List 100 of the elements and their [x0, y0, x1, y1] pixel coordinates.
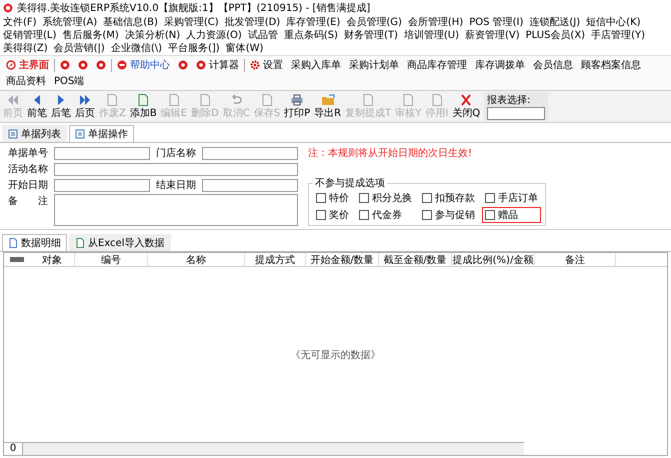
menu-item[interactable]: PLUS会员(X)	[526, 29, 586, 42]
notes-field[interactable]	[54, 194, 298, 226]
menu-item[interactable]: 窗体(W)	[226, 42, 264, 55]
input-field[interactable]	[54, 178, 150, 192]
quickbar-button[interactable]: 商品资料	[2, 73, 50, 89]
list-icon	[8, 129, 18, 139]
checkbox-option[interactable]: 赠品	[482, 207, 541, 223]
circle-icon	[178, 60, 188, 70]
field-label: 开始日期	[8, 178, 48, 192]
menu-item[interactable]: 财务管理(T)	[344, 29, 398, 42]
menu-item[interactable]: 促销管理(L)	[3, 29, 56, 42]
quickbar-button[interactable]: 采购计划单	[345, 57, 403, 73]
document-icon	[136, 94, 150, 106]
checkbox-option[interactable]: 代金券	[356, 207, 415, 223]
quickbar-button[interactable]: 采购入库单	[287, 57, 345, 73]
column-header: 对象	[30, 252, 75, 266]
checkbox-option[interactable]: 奖价	[313, 207, 352, 223]
column-header: 开始金额/数量	[306, 252, 379, 266]
circle-icon	[196, 60, 206, 70]
menu-item[interactable]: 文件(F)	[3, 16, 37, 29]
input-field[interactable]	[54, 162, 298, 176]
menu-item[interactable]: 薪资管理(V)	[465, 29, 520, 42]
checkbox[interactable]	[316, 210, 326, 220]
checkbox-option[interactable]: 积分兑换	[356, 190, 415, 206]
quickbar-button[interactable]: 会员信息	[529, 57, 577, 73]
menu-item[interactable]: 售后服务(M)	[62, 29, 119, 42]
checkbox-option[interactable]: 特价	[313, 190, 352, 206]
toolbar-button[interactable]: 打印P	[282, 93, 312, 121]
folder-icon	[320, 94, 335, 106]
column-header: 备注	[535, 252, 616, 266]
tab[interactable]: 数据明细	[2, 234, 67, 251]
notice-text: 注：本规则将从开始日期的次日生效!	[307, 146, 474, 160]
options-group-title: 不参与提成选项	[314, 176, 386, 190]
menu-item[interactable]: 批发管理(D)	[224, 16, 280, 29]
quickbar-button[interactable]: 顾客档案信息	[577, 57, 645, 73]
menu-item[interactable]: 采购管理(C)	[164, 16, 219, 29]
quickbar-button[interactable]: 库存调拨单	[471, 57, 529, 73]
toolbar-button[interactable]: 前笔	[25, 93, 49, 121]
menu-item[interactable]: POS 管理(I)	[469, 16, 524, 29]
report-select-field[interactable]	[487, 107, 546, 120]
toolbar-button[interactable]: 后页	[73, 93, 97, 121]
record-count: 0	[4, 443, 23, 455]
menu-item[interactable]: 培训管理(U)	[404, 29, 459, 42]
column-header: 编号	[75, 252, 148, 266]
menu-item[interactable]: 库存管理(E)	[286, 16, 340, 29]
quickbar-button[interactable]: 设置	[246, 57, 287, 73]
document-icon	[361, 94, 376, 106]
quickbar-button[interactable]: POS端	[50, 73, 88, 89]
field-label: 单据单号	[8, 146, 48, 160]
toolbar-button[interactable]: 导出R	[312, 93, 344, 121]
toolbar-button[interactable]: 关闭Q	[450, 93, 482, 121]
circle-icon	[96, 60, 106, 70]
checkbox-option[interactable]: 手店订单	[482, 190, 541, 206]
checkbox[interactable]	[422, 193, 432, 203]
checkbox-option[interactable]: 扣预存款	[419, 190, 478, 206]
checkbox[interactable]	[485, 193, 495, 203]
tab[interactable]: 单据操作	[69, 125, 134, 142]
menu-item[interactable]: 美得得(Z)	[3, 42, 48, 55]
tab[interactable]: 从Excel导入数据	[69, 234, 170, 251]
menu-item[interactable]: 手店管理(Y)	[591, 29, 646, 42]
form-icon	[75, 129, 85, 139]
document-icon	[430, 94, 444, 106]
quickbar-button[interactable]: 计算器	[192, 57, 243, 73]
report-select-label: 报表选择:	[487, 94, 532, 107]
toolbar-button[interactable]: 添加B	[128, 93, 159, 121]
menu-item[interactable]: 平台服务(])	[168, 42, 220, 55]
quickbar-button[interactable]: 帮助中心	[113, 57, 174, 73]
menu-item[interactable]: 会所管理(H)	[408, 16, 464, 29]
checkbox-option[interactable]: 参与促销	[419, 207, 478, 223]
spreadsheet-icon	[75, 238, 85, 248]
menu-item[interactable]: 基础信息(B)	[103, 16, 158, 29]
document-icon	[8, 238, 18, 248]
menu-item[interactable]: 会员营销(|)	[54, 42, 105, 55]
menu-item[interactable]: 连锁配送(J)	[529, 16, 580, 29]
menu-item[interactable]: 人力资源(O)	[186, 29, 242, 42]
circle-icon	[60, 60, 70, 70]
menu-item[interactable]: 试品管	[248, 29, 278, 42]
menu-item[interactable]: 会员管理(G)	[346, 16, 402, 29]
checkbox[interactable]	[359, 193, 369, 203]
menu-item[interactable]: 系统管理(A)	[42, 16, 98, 29]
quickbar-button[interactable]: 主界面	[2, 57, 53, 73]
document-icon	[166, 94, 181, 106]
document-icon	[105, 94, 120, 106]
checkbox[interactable]	[485, 210, 495, 220]
toolbar-button[interactable]: 后笔	[49, 93, 73, 121]
quickbar-button[interactable]: 商品库存管理	[403, 57, 471, 73]
checkbox[interactable]	[359, 210, 369, 220]
field-label: 活动名称	[8, 163, 48, 176]
tab[interactable]: 单据列表	[2, 125, 67, 142]
checkbox[interactable]	[422, 210, 432, 220]
input-field[interactable]	[54, 146, 150, 160]
input-field[interactable]	[202, 146, 298, 160]
menu-item[interactable]: 重点条码(S)	[284, 29, 338, 42]
menu-item[interactable]: 短信中心(K)	[586, 16, 641, 29]
menu-item[interactable]: 决策分析(N)	[124, 29, 180, 42]
input-field[interactable]	[202, 178, 298, 192]
menu-item[interactable]: 企业微信(\)	[110, 42, 162, 55]
checkbox[interactable]	[316, 193, 326, 203]
printer-icon	[290, 94, 304, 106]
double-right-arrow-icon	[78, 94, 92, 106]
